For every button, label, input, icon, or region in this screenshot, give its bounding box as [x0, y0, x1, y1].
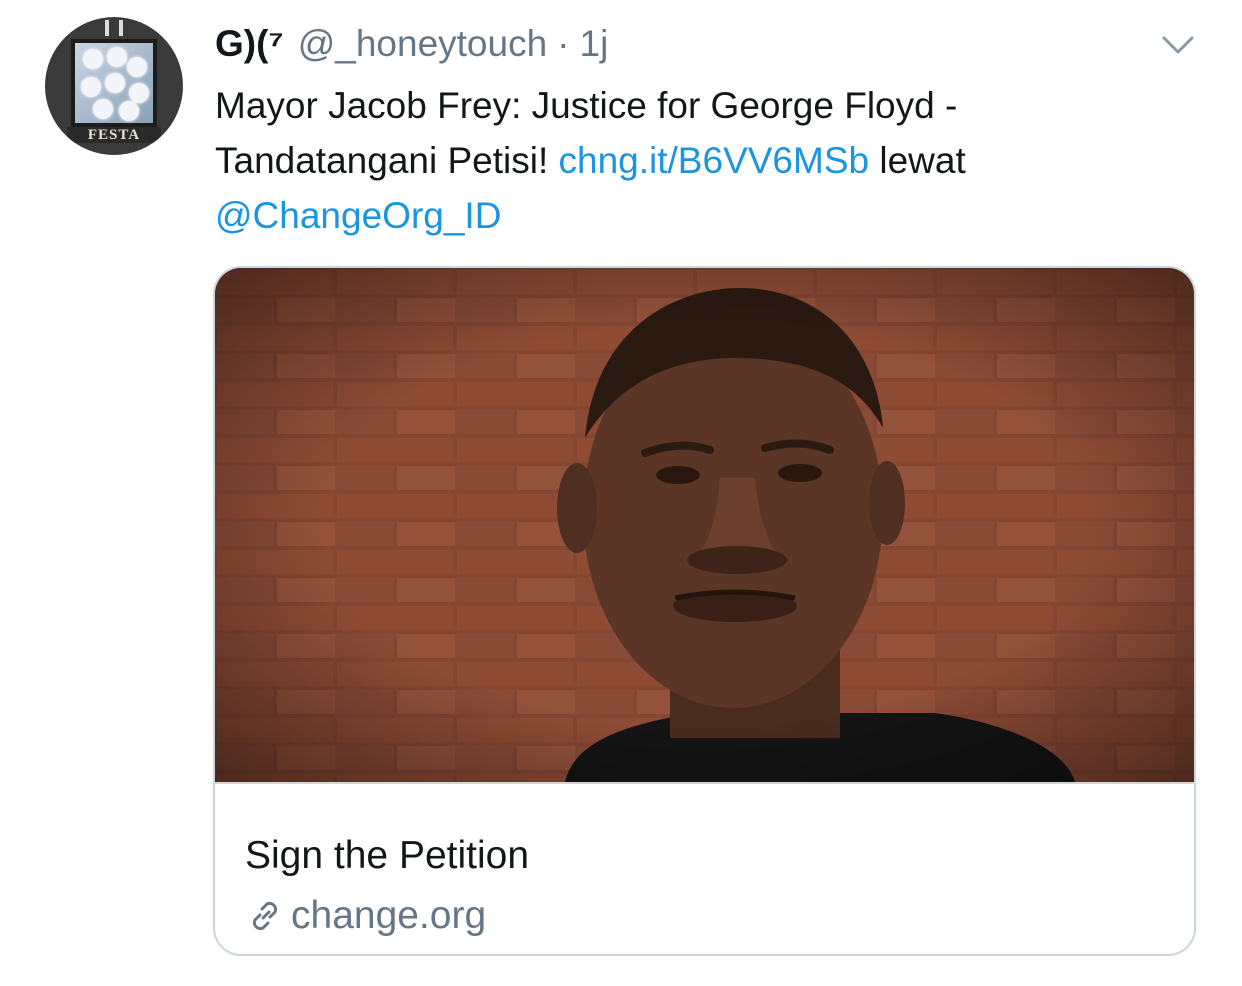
- link-card[interactable]: Sign the Petition change.org: [213, 266, 1196, 956]
- link-icon: [252, 901, 278, 931]
- bts-logo-icon: [105, 20, 123, 36]
- chevron-down-icon[interactable]: [1158, 30, 1198, 60]
- avatar-decoration: [83, 49, 103, 69]
- card-title[interactable]: Sign the Petition: [245, 834, 529, 878]
- tweet-header: G)(⁷ @_honeytouch · 1j: [215, 20, 608, 68]
- mention-link[interactable]: @ChangeOrg_ID: [215, 195, 501, 236]
- timestamp[interactable]: 1j: [580, 23, 609, 65]
- card-domain-row: change.org: [245, 894, 486, 938]
- avatar-decoration: [129, 83, 149, 103]
- separator-dot: ·: [557, 23, 570, 64]
- avatar[interactable]: FESTA: [45, 17, 183, 155]
- card-footer[interactable]: Sign the Petition change.org: [215, 782, 1194, 954]
- tweet-text-part: lewat: [869, 140, 966, 181]
- tweet-text: Mayor Jacob Frey: Justice for George Flo…: [215, 78, 1175, 243]
- avatar-banner: FESTA: [67, 127, 161, 143]
- tweet[interactable]: FESTA G)(⁷ @_honeytouch · 1j Mayor Jacob…: [0, 0, 1242, 986]
- card-domain: change.org: [291, 894, 487, 937]
- avatar-decoration: [119, 101, 139, 121]
- avatar-decoration: [105, 73, 125, 93]
- tweet-link[interactable]: chng.it/B6VV6MSb: [559, 140, 870, 181]
- display-name[interactable]: G)(⁷: [215, 23, 284, 65]
- avatar-decoration: [81, 77, 101, 97]
- card-image[interactable]: [215, 268, 1194, 782]
- user-handle[interactable]: @_honeytouch: [298, 23, 547, 65]
- avatar-photo: [75, 43, 153, 123]
- avatar-decoration: [127, 57, 147, 77]
- avatar-decoration: [93, 99, 113, 119]
- avatar-decoration: [107, 47, 127, 67]
